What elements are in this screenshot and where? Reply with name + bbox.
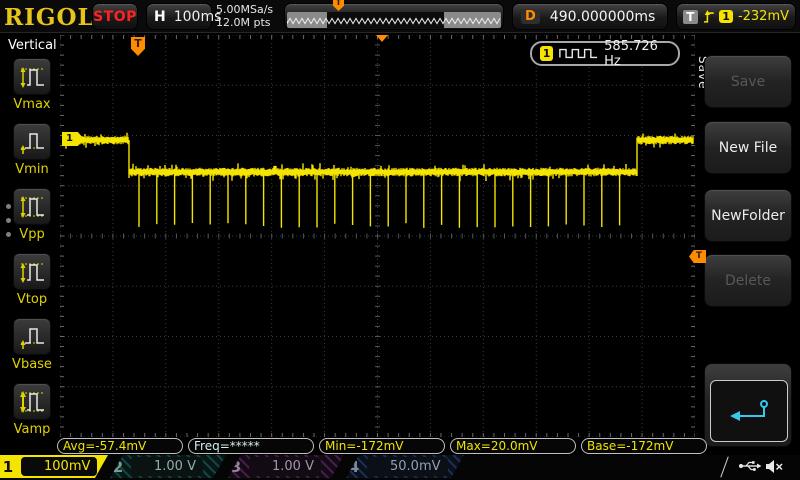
acquisition-info: 5.00MSa/s 12.0M pts: [216, 3, 273, 29]
delay-label: D: [521, 9, 540, 24]
vpp-icon: [13, 188, 51, 225]
delete-button[interactable]: Delete: [704, 254, 792, 307]
measurement-min[interactable]: Min=-172mV: [319, 438, 445, 454]
trigger-edge-icon: [703, 10, 714, 23]
timebase-value: 100ms: [173, 8, 222, 25]
return-arrow-icon: [730, 400, 768, 421]
channel3-scale: 1.00 V: [272, 459, 314, 474]
sidebar-item-vmin[interactable]: Vmin: [10, 123, 54, 177]
waveform-position-bar[interactable]: T: [284, 0, 504, 30]
delay-value: 490.000000ms: [549, 8, 656, 25]
sidebar-item-vpp[interactable]: Vpp: [10, 188, 54, 242]
status-separator: [720, 456, 729, 478]
top-status-bar: RIGOL STOP H 100ms 5.00MSa/s 12.0M pts T…: [0, 0, 800, 33]
vmin-icon: [13, 123, 51, 160]
sidebar-item-label: Vpp: [19, 227, 45, 242]
new-folder-button[interactable]: NewFolder: [704, 189, 792, 242]
coupling-icon: [28, 463, 39, 470]
sidebar-item-label: Vmax: [13, 97, 51, 112]
page-indicator-dot: [6, 232, 11, 237]
channel1-tab[interactable]: 1 100mV: [0, 455, 108, 478]
waveform-display: T 1 1 585.726 Hz: [60, 35, 695, 437]
sidebar-item-vtop[interactable]: Vtop: [10, 253, 54, 307]
frequency-counter: 1 585.726 Hz: [530, 38, 680, 69]
freq-counter-channel-badge: 1: [540, 46, 554, 61]
sidebar-item-vbase[interactable]: Vbase: [10, 318, 54, 372]
sidebar-item-label: Vmin: [15, 162, 49, 177]
measurement-avg[interactable]: Avg=-57.4mV: [57, 438, 183, 454]
graticule-and-waveform: [60, 35, 695, 437]
sidebar-item-label: Vamp: [13, 422, 51, 437]
channel2-tab[interactable]: 2 1.00 V: [110, 455, 226, 478]
channel2-scale: 1.00 V: [154, 459, 196, 474]
vmax-icon: [13, 58, 51, 95]
measurement-max[interactable]: Max=20.0mV: [450, 438, 576, 454]
sound-muted-icon: [766, 460, 783, 473]
channel1-number: 1: [2, 457, 14, 476]
memory-waveform-squiggle: [287, 17, 501, 25]
save-menu: Save Save New File NewFolder Delete: [696, 34, 800, 480]
measurement-freq[interactable]: Freq=*****: [188, 438, 314, 454]
trigger-level-value: -232mV: [737, 9, 789, 24]
trigger-label: T: [683, 9, 698, 24]
vamp-icon: [13, 383, 51, 420]
measurement-base[interactable]: Base=-172mV: [581, 438, 707, 454]
coupling-icon: [138, 463, 149, 470]
trigger-delay-box[interactable]: D 490.000000ms: [512, 3, 668, 30]
vbase-icon: [13, 318, 51, 355]
trigger-status-box[interactable]: T 1 -232mV: [676, 3, 796, 30]
sidebar-item-vamp[interactable]: Vamp: [10, 383, 54, 437]
measure-menu-title: Vertical: [8, 38, 57, 53]
coupling-icon: [256, 463, 267, 470]
position-trigger-marker[interactable]: T: [333, 0, 344, 11]
sample-rate: 5.00MSa/s: [216, 3, 274, 16]
sidebar-item-vmax[interactable]: Vmax: [10, 58, 54, 112]
horizontal-label: H: [154, 8, 166, 25]
save-button[interactable]: Save: [704, 55, 792, 108]
horizontal-timebase-box[interactable]: H 100ms: [146, 3, 221, 30]
run-state-indicator[interactable]: STOP: [92, 3, 138, 30]
frequency-value: 585.726 Hz: [604, 38, 658, 69]
new-file-button[interactable]: New File: [704, 121, 792, 174]
channel-status-bar: 1 100mV 2 1.00 V 3 1.00 V 4 50.0mV: [0, 455, 800, 480]
channel4-scale: 50.0mV: [390, 459, 441, 474]
channel4-number: 4: [348, 457, 360, 476]
sidebar-item-label: Vbase: [12, 357, 52, 372]
vtop-icon: [13, 253, 51, 290]
page-indicator-dot: [6, 204, 11, 209]
run-state-label: STOP: [93, 8, 137, 25]
oscilloscope-screen: RIGOL STOP H 100ms 5.00MSa/s 12.0M pts T…: [0, 0, 800, 480]
coupling-icon: [374, 463, 385, 470]
channel3-tab[interactable]: 3 1.00 V: [228, 455, 344, 478]
channel1-scale: 100mV: [44, 459, 91, 474]
usb-icon: [739, 461, 762, 471]
channel4-tab[interactable]: 4 50.0mV: [346, 455, 464, 478]
delay-center-marker-icon: [376, 35, 388, 42]
square-wave-icon: [559, 48, 598, 59]
memory-depth: 12.0M pts: [216, 16, 271, 29]
measure-menu: Vertical Vmax Vmin Vpp Vtop Vbase Vamp: [0, 34, 58, 480]
channel2-number: 2: [112, 457, 124, 476]
sidebar-item-label: Vtop: [16, 292, 48, 307]
channel3-number: 3: [230, 457, 242, 476]
trigger-source-badge: 1: [719, 10, 733, 23]
page-indicator-dot: [6, 218, 11, 223]
back-button[interactable]: [704, 363, 792, 447]
rigol-logo: RIGOL: [4, 4, 95, 31]
